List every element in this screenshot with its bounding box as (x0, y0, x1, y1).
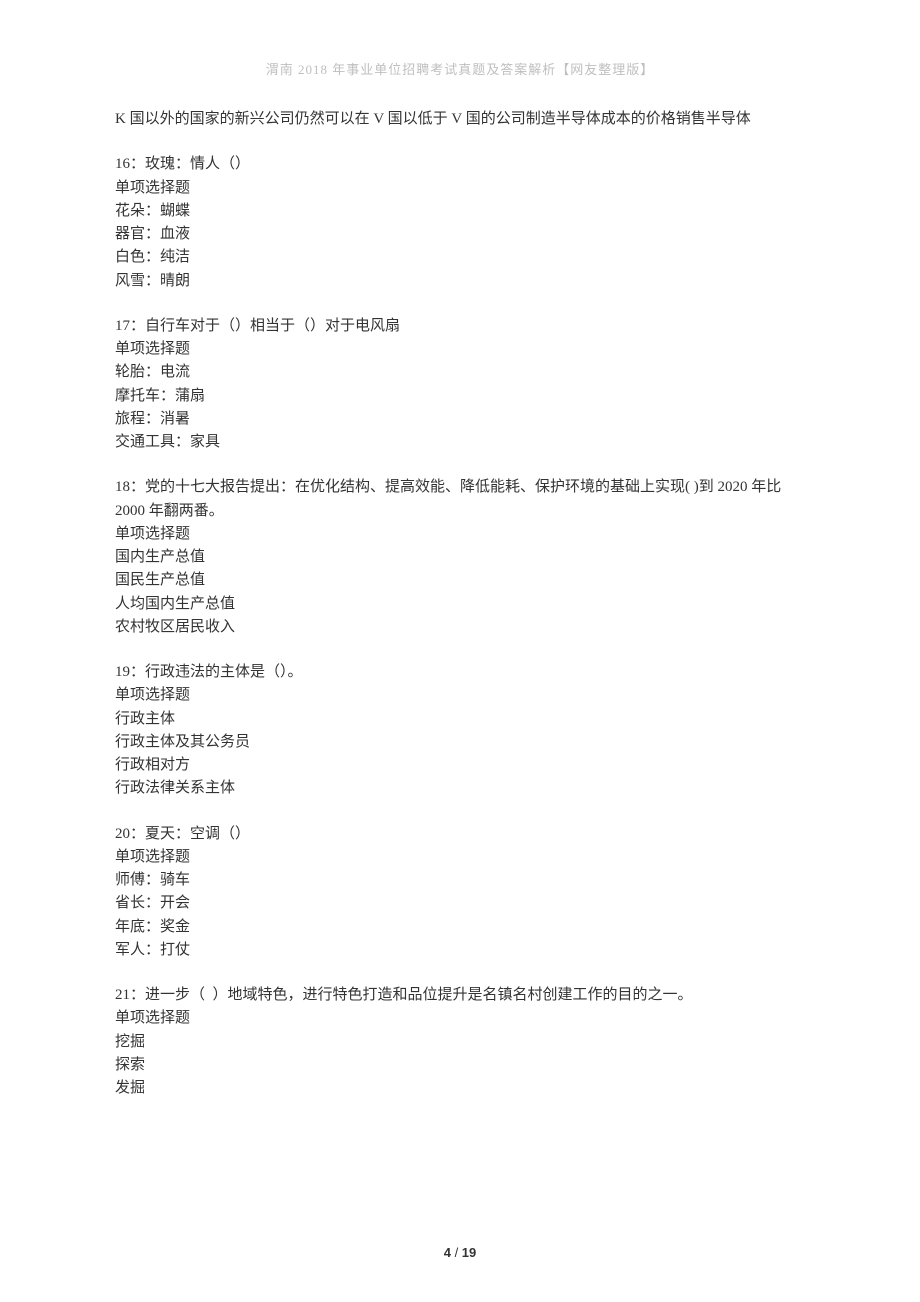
option: 器官：血液 (115, 223, 805, 246)
question-19: 19：行政违法的主体是（）。 单项选择题 行政主体 行政主体及其公务员 行政相对… (115, 661, 805, 801)
page-current: 4 (444, 1245, 451, 1260)
option: 发掘 (115, 1077, 805, 1100)
question-type: 单项选择题 (115, 177, 805, 200)
question-stem: 16：玫瑰：情人（） (115, 153, 805, 176)
option: 行政相对方 (115, 754, 805, 777)
question-stem: 21：进一步（ ）地域特色，进行特色打造和品位提升是名镇名村创建工作的目的之一。 (115, 984, 805, 1007)
option: 探索 (115, 1054, 805, 1077)
question-17: 17：自行车对于（）相当于（）对于电风扇 单项选择题 轮胎：电流 摩托车：蒲扇 … (115, 315, 805, 455)
option: 挖掘 (115, 1031, 805, 1054)
option: 省长：开会 (115, 892, 805, 915)
question-stem: 18：党的十七大报告提出：在优化结构、提高效能、降低能耗、保护环境的基础上实现(… (115, 476, 805, 523)
option: 行政法律关系主体 (115, 777, 805, 800)
question-type: 单项选择题 (115, 338, 805, 361)
option: 轮胎：电流 (115, 361, 805, 384)
option: 摩托车：蒲扇 (115, 385, 805, 408)
question-stem: 19：行政违法的主体是（）。 (115, 661, 805, 684)
question-type: 单项选择题 (115, 846, 805, 869)
document-page: 渭南 2018 年事业单位招聘考试真题及答案解析【网友整理版】 K 国以外的国家… (0, 0, 920, 1162)
option: 军人：打仗 (115, 939, 805, 962)
question-type: 单项选择题 (115, 684, 805, 707)
option: 行政主体 (115, 708, 805, 731)
question-21: 21：进一步（ ）地域特色，进行特色打造和品位提升是名镇名村创建工作的目的之一。… (115, 984, 805, 1100)
option: 人均国内生产总值 (115, 593, 805, 616)
option: 交通工具：家具 (115, 431, 805, 454)
lead-in-text: K 国以外的国家的新兴公司仍然可以在 V 国以低于 V 国的公司制造半导体成本的… (115, 108, 805, 131)
question-20: 20：夏天：空调（） 单项选择题 师傅：骑车 省长：开会 年底：奖金 军人：打仗 (115, 823, 805, 963)
option: 花朵：蝴蝶 (115, 200, 805, 223)
option: 旅程：消暑 (115, 408, 805, 431)
option: 年底：奖金 (115, 916, 805, 939)
question-stem: 17：自行车对于（）相当于（）对于电风扇 (115, 315, 805, 338)
option: 行政主体及其公务员 (115, 731, 805, 754)
option: 风雪：晴朗 (115, 270, 805, 293)
page-footer: 4 / 19 (0, 1245, 920, 1260)
question-type: 单项选择题 (115, 1007, 805, 1030)
option: 白色：纯洁 (115, 246, 805, 269)
option: 国内生产总值 (115, 546, 805, 569)
question-type: 单项选择题 (115, 523, 805, 546)
page-header: 渭南 2018 年事业单位招聘考试真题及答案解析【网友整理版】 (115, 60, 805, 80)
page-sep: / (451, 1245, 462, 1260)
option: 国民生产总值 (115, 569, 805, 592)
option: 师傅：骑车 (115, 869, 805, 892)
question-18: 18：党的十七大报告提出：在优化结构、提高效能、降低能耗、保护环境的基础上实现(… (115, 476, 805, 639)
question-stem: 20：夏天：空调（） (115, 823, 805, 846)
question-16: 16：玫瑰：情人（） 单项选择题 花朵：蝴蝶 器官：血液 白色：纯洁 风雪：晴朗 (115, 153, 805, 293)
lead-in-line: K 国以外的国家的新兴公司仍然可以在 V 国以低于 V 国的公司制造半导体成本的… (115, 108, 805, 131)
option: 农村牧区居民收入 (115, 616, 805, 639)
page-total: 19 (462, 1245, 476, 1260)
